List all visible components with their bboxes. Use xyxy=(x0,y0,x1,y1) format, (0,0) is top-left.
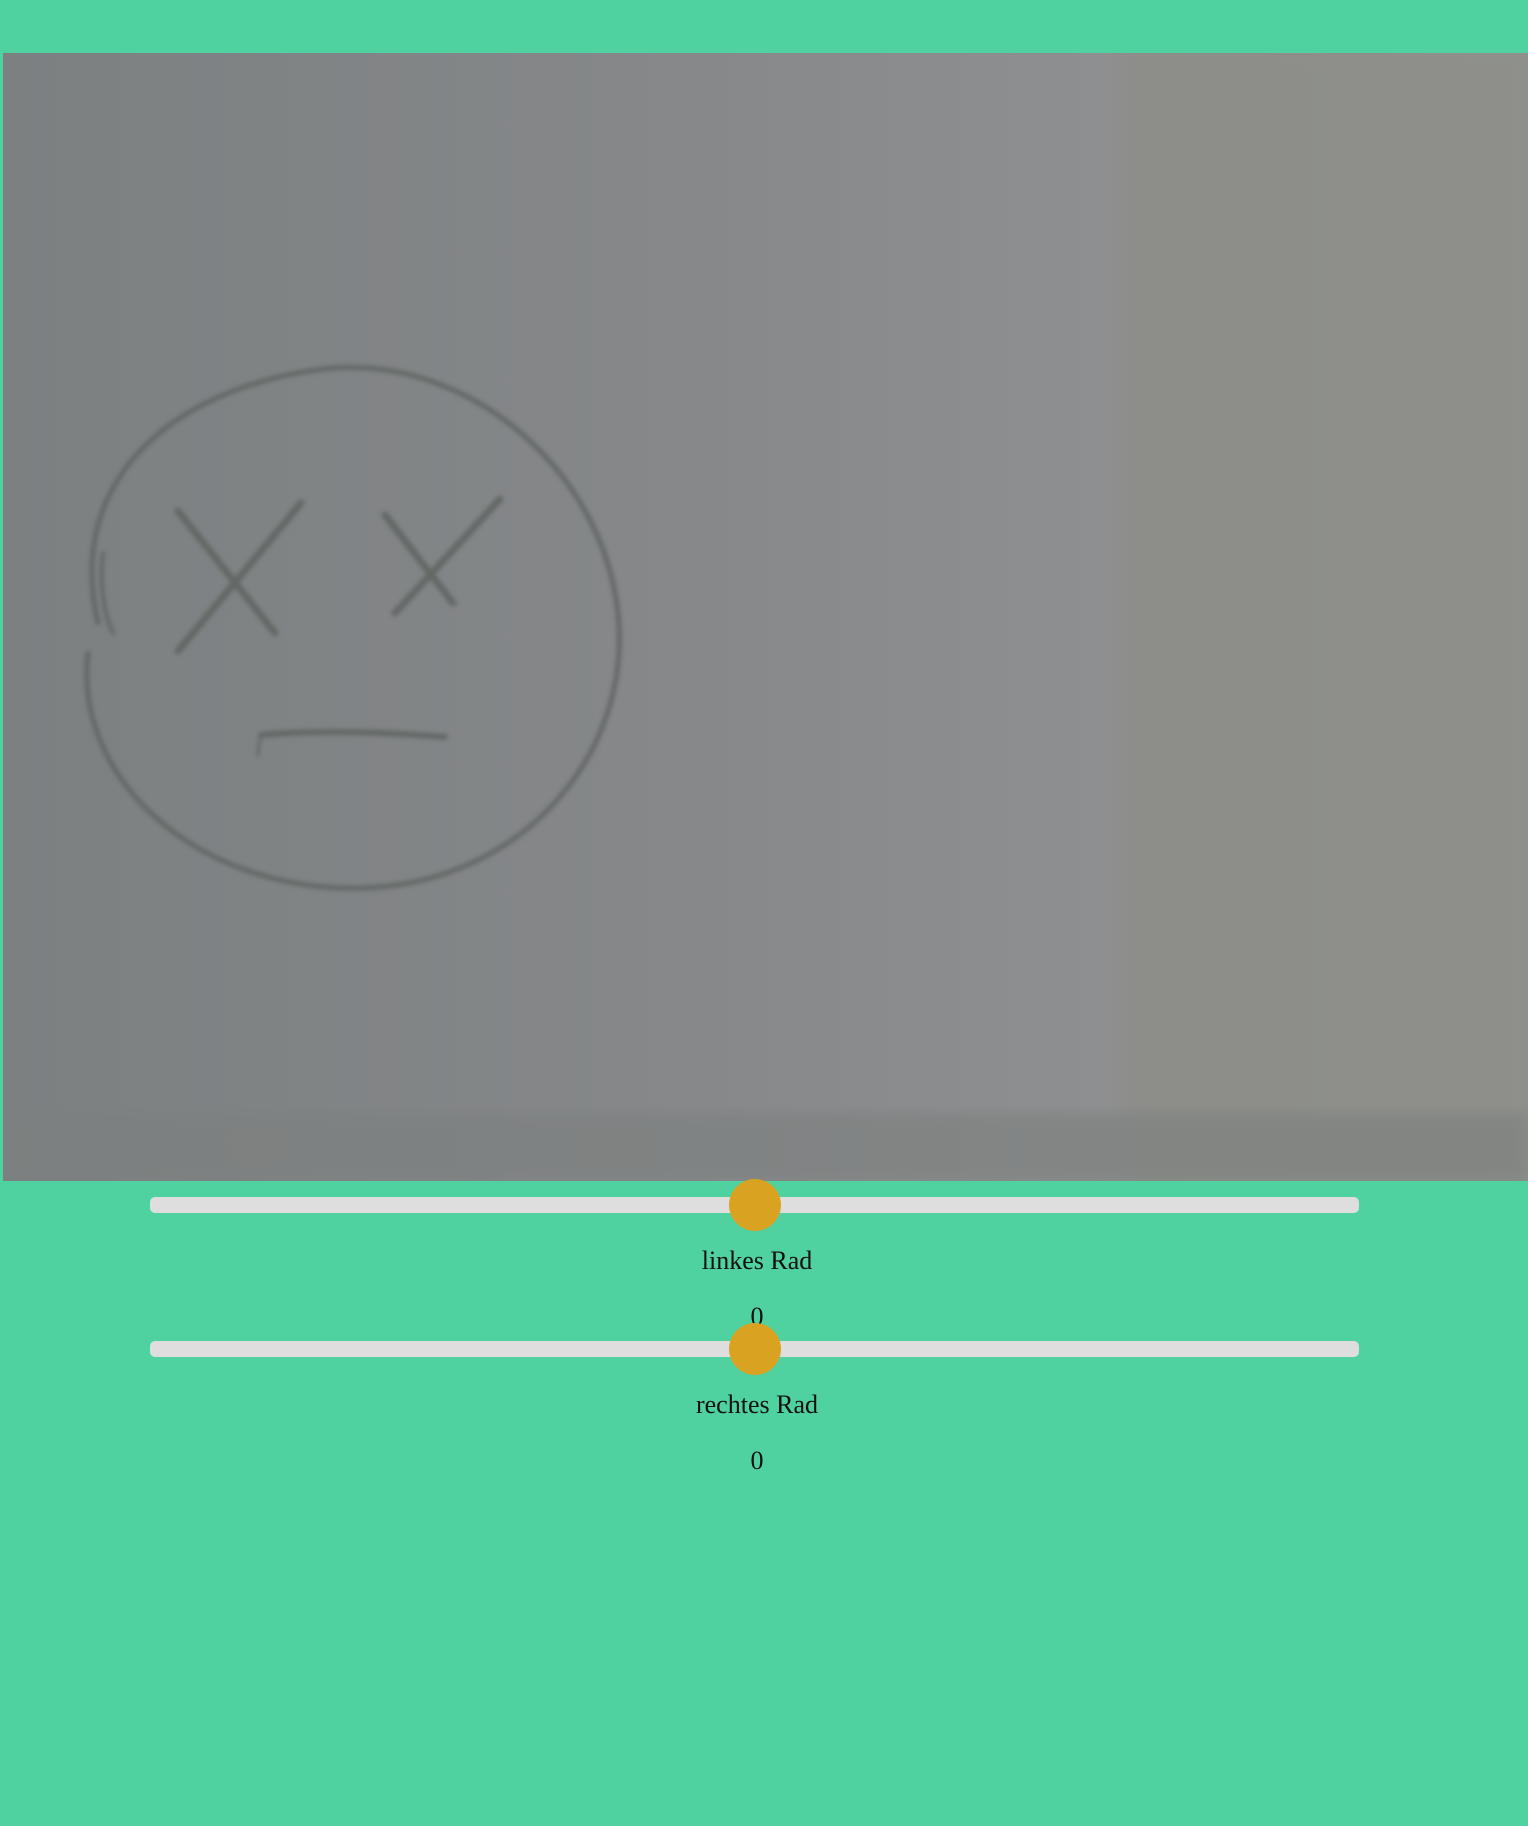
right-wheel-value: 0 xyxy=(750,1446,764,1475)
camera-feed xyxy=(3,53,1528,1181)
left-wheel-slider-thumb[interactable] xyxy=(728,1179,781,1231)
camera-image xyxy=(3,53,1528,1181)
left-wheel-label: linkes Rad xyxy=(701,1246,813,1275)
right-wheel-slider-thumb[interactable] xyxy=(728,1323,781,1375)
left-wheel-slider[interactable] xyxy=(150,1179,1359,1231)
right-wheel-slider[interactable] xyxy=(150,1323,1359,1375)
right-wheel-label: rechtes Rad xyxy=(695,1390,818,1419)
